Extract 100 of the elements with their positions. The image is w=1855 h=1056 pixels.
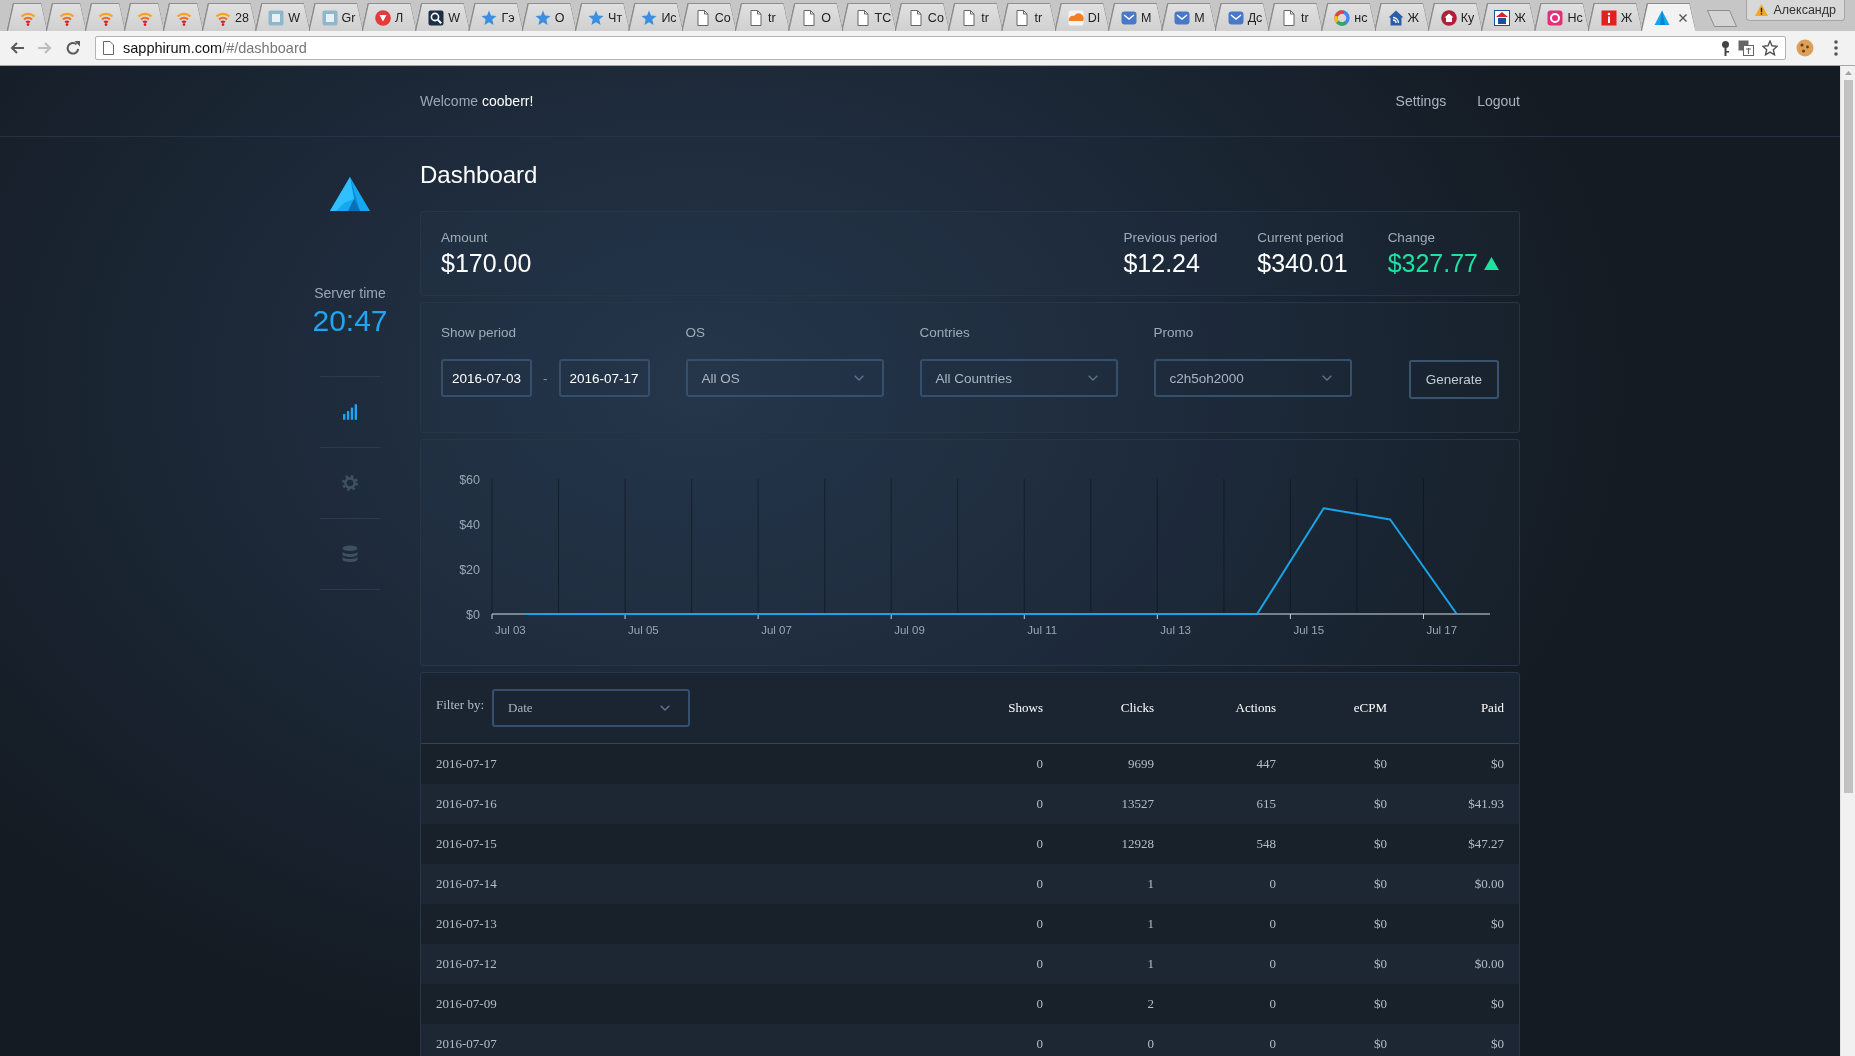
table-cell-text: 2016-07-17 <box>436 756 498 772</box>
ring-icon <box>1334 9 1351 26</box>
y-axis-label: $60 <box>459 472 480 487</box>
info-icon <box>1600 9 1617 26</box>
table-cell-text: $0 <box>1373 1036 1387 1052</box>
browser-tab[interactable]: tr <box>1268 4 1323 31</box>
table-cell-text: 615 <box>1255 796 1276 812</box>
table-cell-text: $0 <box>1373 796 1387 812</box>
browser-tab[interactable]: M <box>1162 4 1216 31</box>
chevron-down-icon <box>1321 375 1332 381</box>
browser-tab[interactable]: DI <box>1055 4 1110 31</box>
table-cell-text: 0 <box>1035 1036 1043 1052</box>
browser-tab[interactable]: Ж <box>1375 4 1429 31</box>
bar-chart-icon[interactable] <box>343 404 357 420</box>
browser-tab[interactable]: Л <box>362 4 417 31</box>
table-cell-text: $0 <box>1373 996 1387 1012</box>
scrollbar[interactable] <box>1840 66 1855 1056</box>
page-icon <box>103 41 114 55</box>
browser-tab[interactable]: Co <box>682 4 736 31</box>
browser-tab[interactable]: O <box>789 4 843 31</box>
table-cell-text: 0 <box>1268 996 1276 1012</box>
browser-tab[interactable]: Чт <box>576 4 630 31</box>
table-cell-text: 548 <box>1255 836 1276 852</box>
document-icon <box>747 9 764 26</box>
browser-tab[interactable]: нс <box>1322 4 1376 31</box>
triangle-icon <box>1654 9 1670 26</box>
header-link[interactable]: Settings <box>1395 93 1447 109</box>
star-icon[interactable] <box>1762 40 1778 56</box>
x-axis-label: Jul 11 <box>1027 624 1058 636</box>
table-cell-text: 0 <box>1268 876 1276 892</box>
browser-tab[interactable]: Gr <box>309 4 363 31</box>
header-link[interactable]: Logout <box>1477 93 1520 109</box>
close-icon[interactable] <box>1679 13 1688 22</box>
period-label: Current period <box>1257 230 1345 246</box>
translate-icon[interactable] <box>1738 40 1754 56</box>
browser-tab[interactable] <box>86 4 125 31</box>
profile-button[interactable]: Александр <box>1746 0 1845 21</box>
browser-tab[interactable]: tr <box>949 4 1003 31</box>
field-label: OS <box>685 325 706 341</box>
x-axis-label: Jul 13 <box>1160 624 1191 636</box>
date-field[interactable]: 2016-07-17 <box>558 359 650 397</box>
address-field[interactable]: sapphirum.com/#/dashboard <box>95 36 1786 60</box>
browser-tab[interactable] <box>164 4 203 31</box>
browser-tab[interactable] <box>1642 4 1696 31</box>
table-cell-text: 2016-07-12 <box>436 956 498 972</box>
browser-tab[interactable]: M <box>1109 4 1163 31</box>
y-axis-label: $0 <box>466 607 480 622</box>
dropdown[interactable]: c2h5oh2000 <box>1153 359 1352 397</box>
browser-tab[interactable]: Ж <box>1482 4 1536 31</box>
document-icon <box>907 9 924 26</box>
table-cell-text: 0 <box>1268 956 1276 972</box>
dropdown[interactable]: All OS <box>685 359 884 397</box>
welcome-text: Welcome cooberr! <box>420 93 534 109</box>
browser-tab[interactable]: 28 <box>203 4 257 31</box>
column-header: Shows <box>1007 700 1043 716</box>
filter-label: Filter by: <box>436 697 485 713</box>
y-axis-label: $40 <box>459 517 480 532</box>
cookie-icon[interactable] <box>1796 39 1814 57</box>
scrollbar-thumb[interactable] <box>1843 80 1853 793</box>
database-icon[interactable] <box>342 545 358 563</box>
filter-dropdown[interactable]: Date <box>492 689 691 727</box>
dropdown[interactable]: All Countries <box>919 359 1118 397</box>
x-axis-label: Jul 17 <box>1426 624 1458 636</box>
gear-icon[interactable] <box>341 474 359 492</box>
browser-tab[interactable] <box>8 4 47 31</box>
browser-tab[interactable] <box>47 4 86 31</box>
browser-tab[interactable]: Ис <box>629 4 683 31</box>
browser-tab[interactable]: Дс <box>1215 4 1269 31</box>
generate-button[interactable]: Generate <box>1409 360 1499 399</box>
column-header: eCPM <box>1352 700 1387 716</box>
page-title: Dashboard <box>420 160 539 190</box>
menu-icon[interactable] <box>1834 40 1838 56</box>
scroll-up-icon[interactable] <box>1844 71 1852 75</box>
chevron-down-icon <box>1087 375 1098 381</box>
table-cell-text: 2 <box>1146 996 1154 1012</box>
browser-tab[interactable]: Ж <box>1588 4 1642 31</box>
table-cell-text: 447 <box>1255 756 1276 772</box>
browser-tab[interactable] <box>125 4 164 31</box>
table-cell-text: $0.00 <box>1473 956 1504 972</box>
browser-tab[interactable]: tr <box>735 4 790 31</box>
back-arrow-icon[interactable] <box>9 40 25 56</box>
browser-tab[interactable]: W <box>416 4 470 31</box>
browser-tab[interactable]: Нс <box>1535 4 1589 31</box>
envelope-icon <box>1121 9 1138 26</box>
chevron-down-icon <box>660 705 671 711</box>
browser-tab[interactable]: tr <box>1002 4 1056 31</box>
table-cell-text: 0 <box>1035 916 1043 932</box>
reload-icon[interactable] <box>65 40 81 56</box>
key-icon[interactable] <box>1721 40 1730 56</box>
browser-tab[interactable]: W <box>256 4 310 31</box>
new-tab-button[interactable] <box>1707 10 1738 27</box>
column-header: Clicks <box>1119 700 1154 716</box>
browser-tab[interactable]: Гэ <box>469 4 523 31</box>
browser-tab[interactable]: Co <box>895 4 950 31</box>
browser-tab[interactable]: TC <box>842 4 896 31</box>
date-field[interactable]: 2016-07-03 <box>441 359 532 397</box>
table-cell-text: $0 <box>1373 836 1387 852</box>
browser-tab[interactable]: O <box>522 4 577 31</box>
browser-tab[interactable]: Ку <box>1428 4 1483 31</box>
house-icon <box>1494 9 1511 26</box>
